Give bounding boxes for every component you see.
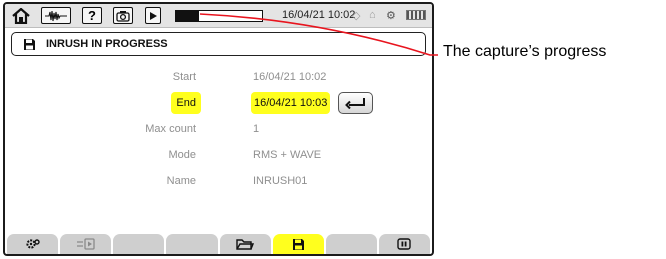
callout-line <box>199 13 438 56</box>
callout-label: The capture’s progress <box>443 43 607 60</box>
